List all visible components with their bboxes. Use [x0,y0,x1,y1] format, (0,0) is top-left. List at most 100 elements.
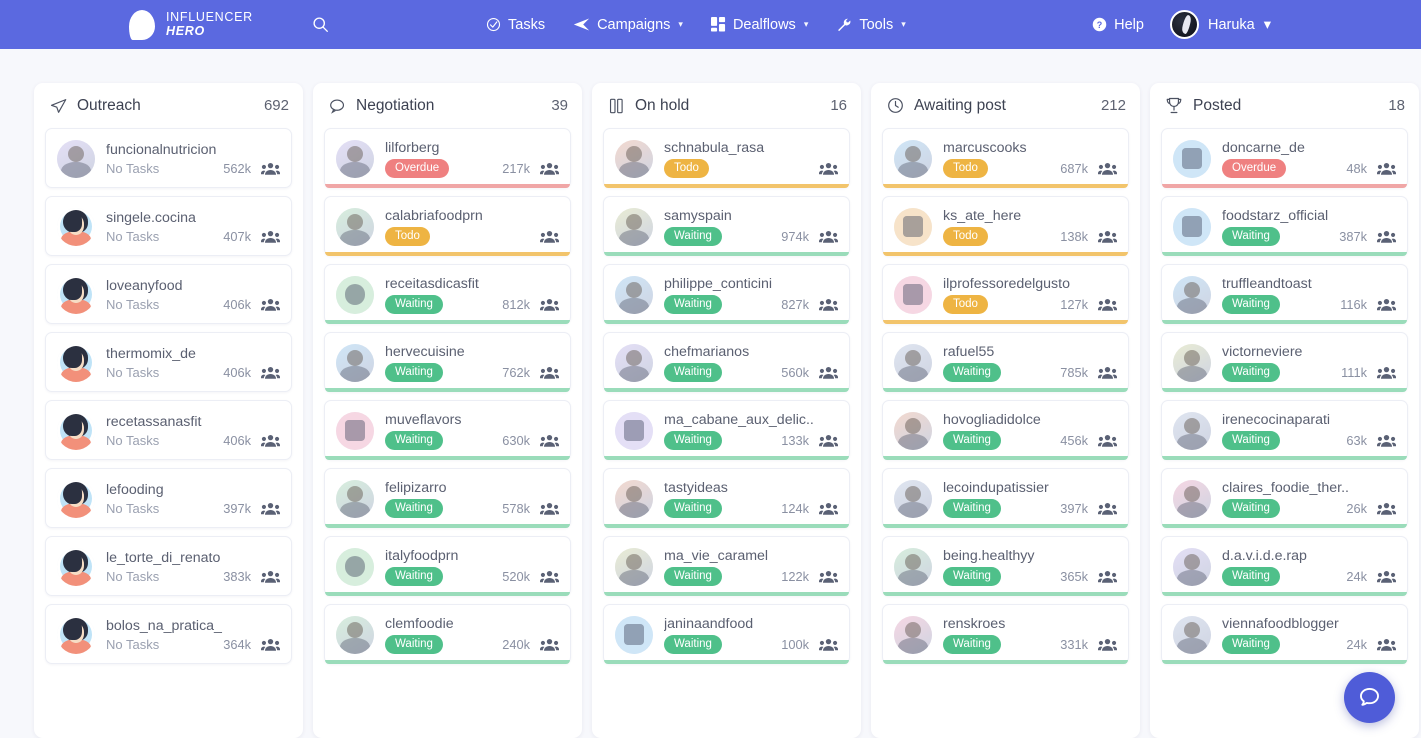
no-tasks-label: No Tasks [106,161,160,177]
followers-group-icon [1098,162,1117,176]
influencer-card[interactable]: recetassanasfit No Tasks 406k [45,400,292,460]
follower-count: 397k [223,501,251,517]
avatar [336,207,374,246]
avatar-photo [1173,615,1211,654]
nav-right-group: ? Help Haruka ▾ [1092,10,1271,39]
nav-item-tools[interactable]: Tools ▾ [836,17,906,33]
influencer-card[interactable]: rafuel55 Waiting 785k [882,332,1129,392]
influencer-card[interactable]: ma_vie_caramel Waiting 122k [603,536,850,596]
influencer-card[interactable]: samyspain Waiting 974k [603,196,850,256]
status-badge: Waiting [385,635,443,655]
status-badge: Todo [664,159,709,179]
followers-group-icon [1098,638,1117,652]
card-list[interactable]: funcionalnutricion No Tasks 562k singele.co… [45,128,292,692]
nav-item-campaigns[interactable]: Campaigns ▾ [573,17,683,33]
influencer-card[interactable]: truffleandtoast Waiting 116k [1161,264,1408,324]
avatar [57,343,95,382]
kanban-column-awaiting-post: Awaiting post 212 marcuscooks Todo 687k ks_at… [871,83,1140,738]
avatar [894,547,932,586]
nav-item-dealflows[interactable]: Dealflows ▾ [710,17,808,33]
help-button[interactable]: ? Help [1092,17,1144,33]
influencer-card[interactable]: le_torte_di_renato No Tasks 383k [45,536,292,596]
card-list[interactable]: doncarne_de Overdue 48k foodstarz_official W… [1161,128,1408,692]
status-badge: Todo [385,227,430,247]
card-list[interactable]: lilforberg Overdue 217k calabriafoodprn Todo… [324,128,571,692]
status-badge: Todo [943,295,988,315]
avatar [1169,10,1199,39]
influencer-card[interactable]: loveanyfood No Tasks 406k [45,264,292,324]
influencer-card[interactable]: ks_ate_here Todo 138k [882,196,1129,256]
influencer-card[interactable]: philippe_conticini Waiting 827k [603,264,850,324]
influencer-card[interactable]: hervecuisine Waiting 762k [324,332,571,392]
status-badge: Waiting [385,431,443,451]
chevron-down-icon: ▾ [901,19,906,29]
influencer-card[interactable]: schnabula_rasa Todo [603,128,850,188]
chat-bubble-icon[interactable] [1344,672,1395,723]
influencer-card[interactable]: calabriafoodprn Todo [324,196,571,256]
user-menu[interactable]: Haruka ▾ [1169,10,1271,39]
influencer-username: muveflavors [385,411,462,428]
influencer-card[interactable]: marcuscooks Todo 687k [882,128,1129,188]
avatar-photo [336,207,374,246]
avatar [1173,207,1211,246]
influencer-card[interactable]: lefooding No Tasks 397k [45,468,292,528]
influencer-card[interactable]: tastyideas Waiting 124k [603,468,850,528]
influencer-card[interactable]: hovogliadidolce Waiting 456k [882,400,1129,460]
follower-count: 331k [1060,637,1088,653]
kanban-column-negotiation: Negotiation 39 lilforberg Overdue 217k calabr… [313,83,582,738]
influencer-card[interactable]: thermomix_de No Tasks 406k [45,332,292,392]
search-icon[interactable] [312,16,329,33]
avatar [894,207,932,246]
influencer-card[interactable]: victorneviere Waiting 111k [1161,332,1408,392]
avatar [1173,343,1211,382]
influencer-card[interactable]: funcionalnutricion No Tasks 562k [45,128,292,188]
influencer-card[interactable]: irenecocinaparati Waiting 63k [1161,400,1408,460]
influencer-card[interactable]: receitasdicasfit Waiting 812k [324,264,571,324]
avatar-illustration [57,343,95,382]
card-list[interactable]: schnabula_rasa Todo samyspain Waiting 974k ph… [603,128,850,692]
influencer-card[interactable]: ilprofessoredelgusto Todo 127k [882,264,1129,324]
nav-label-campaigns: Campaigns [597,16,671,33]
avatar-logo [336,547,374,586]
follower-count: 687k [1060,161,1088,177]
avatar [894,479,932,518]
avatar [894,615,932,654]
influencer-card[interactable]: bolos_na_pratica_ No Tasks 364k [45,604,292,664]
follower-count: 124k [781,501,809,517]
influencer-card[interactable]: renskroes Waiting 331k [882,604,1129,664]
influencer-card[interactable]: doncarne_de Overdue 48k [1161,128,1408,188]
influencer-card[interactable]: janinaandfood Waiting 100k [603,604,850,664]
influencer-card[interactable]: lilforberg Overdue 217k [324,128,571,188]
influencer-card[interactable]: being.healthyy Waiting 365k [882,536,1129,596]
influencer-username: hervecuisine [385,343,465,360]
status-badge: Waiting [664,635,722,655]
influencer-card[interactable]: viennafoodblogger Waiting 24k [1161,604,1408,664]
card-list[interactable]: marcuscooks Todo 687k ks_ate_here Todo 138k il… [882,128,1129,692]
influencer-username: lilforberg [385,139,440,156]
influencer-card[interactable]: felipizarro Waiting 578k [324,468,571,528]
influencer-card[interactable]: claires_foodie_ther.. Waiting 26k [1161,468,1408,528]
column-title: On hold [635,96,690,114]
influencer-card[interactable]: ma_cabane_aux_delic.. Waiting 133k [603,400,850,460]
no-tasks-label: No Tasks [106,501,160,517]
influencer-card[interactable]: lecoindupatissier Waiting 397k [882,468,1129,528]
influencer-card[interactable]: singele.cocina No Tasks 407k [45,196,292,256]
grid-squares-icon [710,17,726,32]
avatar-photo [615,343,653,382]
avatar [336,615,374,654]
influencer-username: claires_foodie_ther.. [1222,479,1349,496]
influencer-card[interactable]: chefmarianos Waiting 560k [603,332,850,392]
avatar-photo [615,207,653,246]
brand-logo-block[interactable]: INFLUENCER HERO [129,9,253,40]
avatar [615,615,653,654]
influencer-username: hovogliadidolce [943,411,1041,428]
influencer-card[interactable]: clemfoodie Waiting 240k [324,604,571,664]
follower-count: 24k [1346,569,1367,585]
kanban-column-outreach: Outreach 692 funcionalnutricion No Tasks 562… [34,83,303,738]
nav-item-tasks[interactable]: Tasks [486,17,545,33]
influencer-card[interactable]: italyfoodprn Waiting 520k [324,536,571,596]
influencer-card[interactable]: foodstarz_official Waiting 387k [1161,196,1408,256]
influencer-card[interactable]: muveflavors Waiting 630k [324,400,571,460]
influencer-card[interactable]: d.a.v.i.d.e.rap Waiting 24k [1161,536,1408,596]
avatar-illustration [57,275,95,314]
